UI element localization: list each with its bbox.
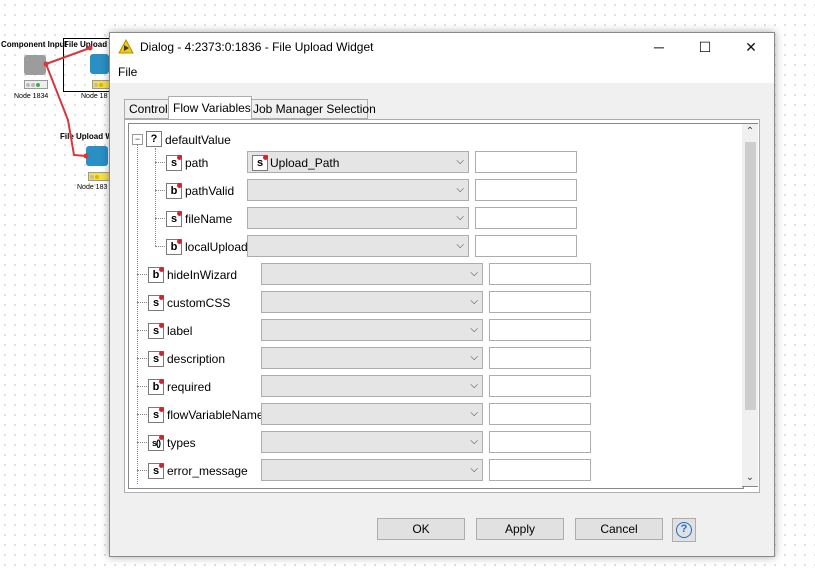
ok-button[interactable]: OK [377,518,465,540]
apply-button[interactable]: Apply [476,518,564,540]
chevron-down-icon: ⌵ [470,352,478,363]
string-type-icon: s [148,407,164,423]
variable-label: label [167,324,193,338]
variable-select[interactable]: ⌵ [261,291,483,313]
tree-connector [137,442,147,443]
variable-select[interactable]: s Upload_Path ⌵ [247,151,469,173]
boolean-type-icon: b [166,183,182,199]
chevron-down-icon: ⌵ [470,296,478,307]
string-type-icon: s [148,351,164,367]
variable-label: path [185,156,209,170]
minimize-button[interactable]: ─ [636,33,682,61]
variable-label: fileName [185,212,233,226]
variable-select[interactable]: ⌵ [261,375,483,397]
string-array-type-icon: s() [148,435,164,451]
node-3-status [88,172,111,181]
variable-select[interactable]: ⌵ [261,403,483,425]
new-variable-input[interactable] [489,319,591,341]
scroll-up-icon[interactable]: ⌃ [742,124,758,140]
chevron-down-icon: ⌵ [470,324,478,335]
variable-label: flowVariableName [167,408,264,422]
maximize-button[interactable]: ☐ [682,33,728,61]
vertical-scrollbar[interactable]: ⌃ ⌄ [742,123,758,487]
help-icon: ? [676,522,692,538]
variable-label: localUpload [185,240,248,254]
close-button[interactable]: ✕ [728,33,774,61]
new-variable-input[interactable] [489,375,591,397]
menu-file[interactable]: File [118,65,137,79]
tree-connector [137,470,147,471]
new-variable-input[interactable] [489,263,591,285]
variable-label: error_message [167,464,248,478]
scroll-thumb[interactable] [745,142,756,410]
string-type-icon: s [166,211,182,227]
variable-select[interactable]: ⌵ [261,459,483,481]
tree-connector [137,144,138,484]
unknown-type-icon: ? [146,131,162,147]
boolean-type-icon: b [148,379,164,395]
boolean-type-icon: b [166,239,182,255]
string-type-icon: s [148,295,164,311]
new-variable-input[interactable] [475,179,577,201]
variable-select[interactable]: ⌵ [261,347,483,369]
selected-variable-value: Upload_Path [270,156,340,170]
string-type-icon: s [166,155,182,171]
boolean-type-icon: b [148,267,164,283]
string-type-icon: s [148,463,164,479]
help-button[interactable]: ? [672,518,696,542]
chevron-down-icon: ⌵ [456,240,464,251]
file-upload-widget-dialog: Dialog - 4:2373:0:1836 - File Upload Wid… [109,32,775,557]
new-variable-input[interactable] [475,235,577,257]
chevron-down-icon: ⌵ [456,156,464,167]
variable-label: customCSS [167,296,231,310]
variable-label: hideInWizard [167,268,238,282]
new-variable-input[interactable] [475,207,577,229]
new-variable-input[interactable] [489,403,591,425]
chevron-down-icon: ⌵ [456,184,464,195]
variable-label: required [167,380,212,394]
variable-select[interactable]: ⌵ [247,179,469,201]
scroll-down-icon[interactable]: ⌄ [742,470,758,486]
variable-select[interactable]: ⌵ [247,207,469,229]
flow-variable-tree: − ? defaultValue s path s Upload_Path ⌵ … [128,123,744,489]
tree-connector [137,274,147,275]
string-type-icon: s [252,155,268,171]
new-variable-input[interactable] [475,151,577,173]
chevron-down-icon: ⌵ [470,408,478,419]
tree-connector [137,302,147,303]
chevron-down-icon: ⌵ [456,212,464,223]
variable-label: description [167,352,226,366]
new-variable-input[interactable] [489,347,591,369]
string-type-icon: s [148,323,164,339]
new-variable-input[interactable] [489,291,591,313]
tree-connector [137,386,147,387]
dialog-title: Dialog - 4:2373:0:1836 - File Upload Wid… [140,40,374,54]
chevron-down-icon: ⌵ [470,436,478,447]
new-variable-input[interactable] [489,431,591,453]
variable-label: types [167,436,196,450]
cancel-button[interactable]: Cancel [575,518,663,540]
chevron-down-icon: ⌵ [470,380,478,391]
chevron-down-icon: ⌵ [470,464,478,475]
tree-connector [137,330,147,331]
variable-select[interactable]: ⌵ [261,263,483,285]
chevron-down-icon: ⌵ [470,268,478,279]
variable-label: pathValid [185,184,235,198]
knime-warning-icon [118,39,134,54]
flow-variables-panel: − ? defaultValue s path s Upload_Path ⌵ … [124,119,760,493]
tab-flow-variables[interactable]: Flow Variables [168,96,252,119]
menu-bar: File [110,61,774,83]
new-variable-input[interactable] [489,459,591,481]
tree-root-label: defaultValue [165,133,231,147]
tab-control[interactable]: Control [124,99,172,119]
connection-lines [43,45,93,159]
variable-select[interactable]: ⌵ [261,431,483,453]
tab-job-manager-selection[interactable]: Job Manager Selection [248,99,376,119]
variable-select[interactable]: ⌵ [247,235,469,257]
title-bar[interactable]: Dialog - 4:2373:0:1836 - File Upload Wid… [110,33,774,61]
tree-connector [137,358,147,359]
tree-connector [137,414,147,415]
node-3-label: Node 183 [77,184,108,191]
variable-select[interactable]: ⌵ [261,319,483,341]
